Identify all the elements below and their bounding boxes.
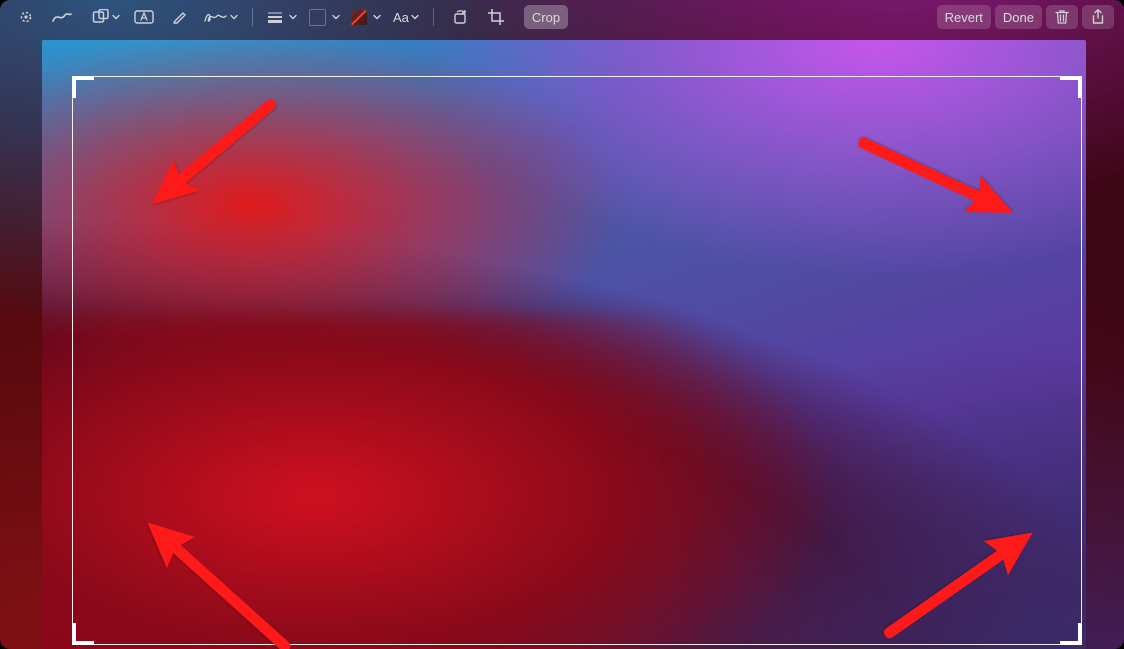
stroke-icon [267,11,283,23]
crop-handle-bottom-right[interactable] [1060,623,1082,645]
chevron-down-icon [332,13,340,21]
done-label: Done [1003,10,1034,25]
toolbar-divider [433,8,434,26]
signature-icon [204,10,228,24]
preview-window: Aa Crop Revert Done [0,0,1124,649]
rotate-icon [452,9,468,25]
line-icon [52,10,72,24]
shapes-tool-button[interactable] [88,5,124,29]
share-icon [1091,9,1105,25]
border-color-icon [309,9,326,26]
revert-label: Revert [945,10,983,25]
shapes-icon [92,9,110,25]
toolbar-divider [252,8,253,26]
delete-button[interactable] [1046,5,1078,29]
stroke-style-button[interactable] [263,5,301,29]
rotate-button[interactable] [444,5,476,29]
crop-handle-top-right[interactable] [1060,76,1082,98]
crop-handle-top-left[interactable] [72,76,94,98]
annotation-arrow-top-left [132,79,293,228]
crop-action-button[interactable]: Crop [524,5,568,29]
annotation-arrow-top-right [846,114,1025,240]
chevron-down-icon [289,13,297,21]
fill-color-button[interactable] [348,5,385,29]
text-style-icon: Aa [393,10,409,25]
done-button[interactable]: Done [995,5,1042,29]
annotation-arrow-bottom-left [127,500,308,649]
chevron-down-icon [230,13,238,21]
chevron-down-icon [373,13,381,21]
highlight-tool-button[interactable] [164,5,196,29]
textbox-icon [134,10,154,24]
highlight-icon [172,9,188,25]
border-color-button[interactable] [305,5,344,29]
crop-action-label: Crop [532,10,560,25]
revert-button[interactable]: Revert [937,5,991,29]
chevron-down-icon [411,13,419,21]
crop-selection[interactable] [72,76,1082,645]
trash-icon [1055,9,1069,25]
signature-tool-button[interactable] [200,5,242,29]
crop-handle-bottom-left[interactable] [72,623,94,645]
markup-toolbar: Aa Crop Revert Done [0,0,1124,34]
crop-tool-button[interactable] [480,5,512,29]
fill-color-icon [352,10,367,25]
text-style-button[interactable]: Aa [389,5,423,29]
selection-tool-button[interactable] [10,5,42,29]
sketch-tool-button[interactable] [46,5,78,29]
crop-tool-icon [488,9,504,25]
selection-icon [18,9,34,25]
share-button[interactable] [1082,5,1114,29]
canvas-area [42,40,1086,649]
chevron-down-icon [112,13,120,21]
textbox-tool-button[interactable] [128,5,160,29]
annotation-arrow-bottom-right [868,508,1050,649]
